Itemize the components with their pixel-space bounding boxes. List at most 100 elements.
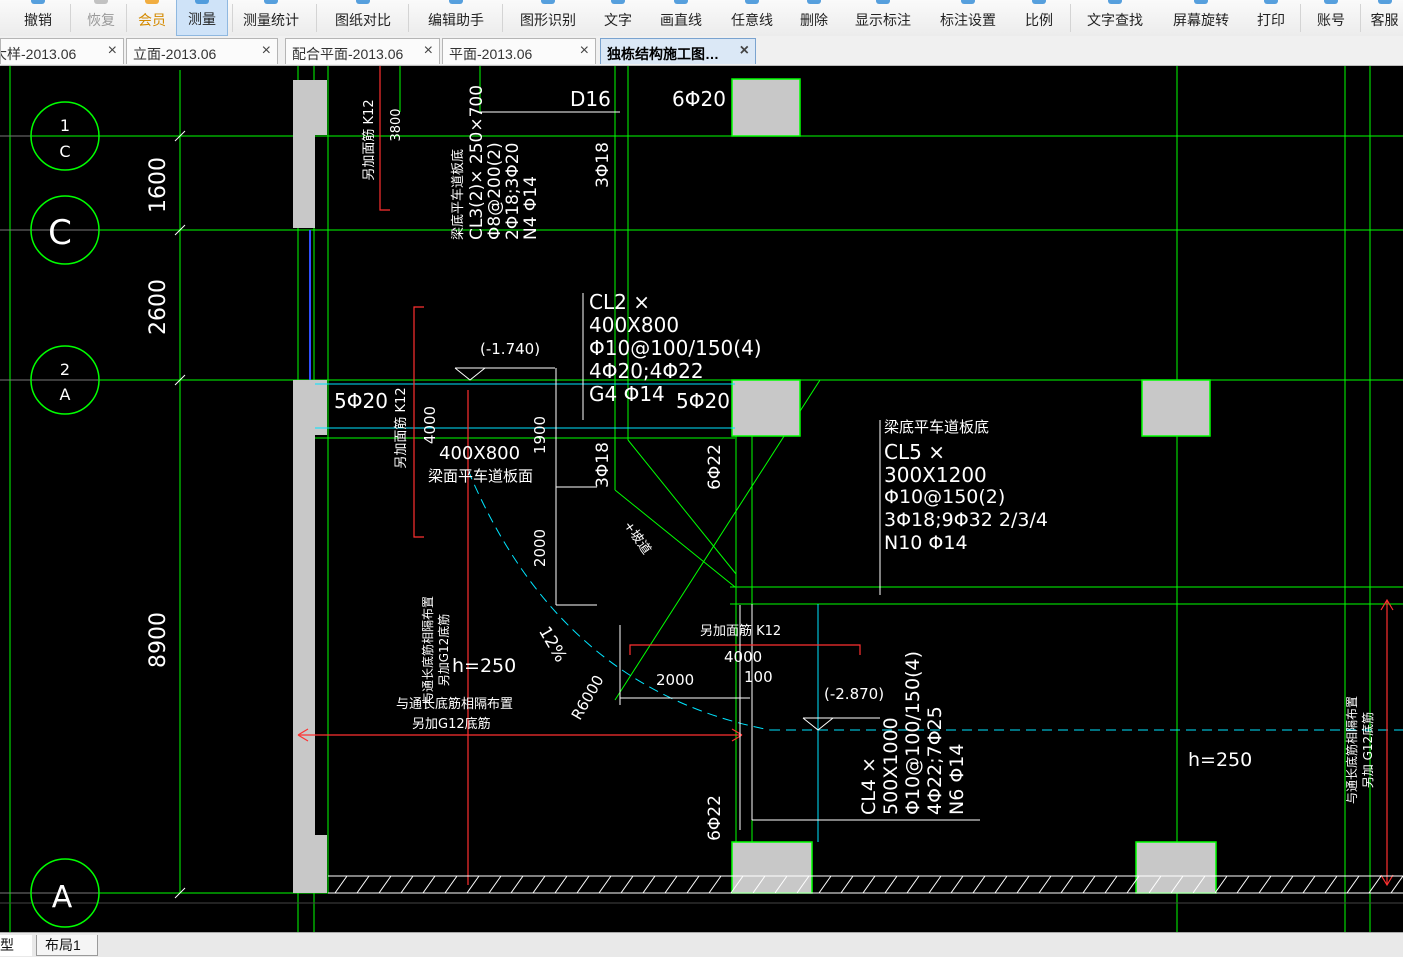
toolbar-button-11[interactable]: 删除 <box>790 0 838 36</box>
toolbar-button-8[interactable]: 文字 <box>594 0 642 36</box>
toolbar-button-label: 客服 <box>1370 12 1399 28</box>
toolbar-button-label: 测量统计 <box>243 12 299 28</box>
member-icon <box>145 0 159 4</box>
compare-icon <box>356 0 370 4</box>
toolbar-button-7[interactable]: 图形识别 <box>510 0 586 36</box>
toolbar-button-label: 打印 <box>1257 12 1285 28</box>
toolbar-button-12[interactable]: 显示标注 <box>846 0 920 36</box>
edit-assistant-icon <box>449 0 463 4</box>
toolbar-button-label: 文字 <box>604 12 632 28</box>
toolbar-separator <box>502 4 503 32</box>
svg-text:500X1000: 500X1000 <box>880 717 902 815</box>
toolbar-button-10[interactable]: 任意线 <box>722 0 782 36</box>
text-icon <box>611 0 625 4</box>
document-tab-label: 立面-2013.06 <box>133 46 217 62</box>
show-annotation-icon <box>876 0 890 4</box>
toolbar-button-6[interactable]: 编辑助手 <box>418 0 494 36</box>
toolbar-button-15[interactable]: 文字查找 <box>1078 0 1152 36</box>
toolbar-button-9[interactable]: 画直线 <box>650 0 712 36</box>
toolbar-button-label: 恢复 <box>87 12 115 28</box>
document-tab-2[interactable]: 配合平面-2013.06 × <box>285 38 440 64</box>
toolbar-separator <box>232 4 233 32</box>
toolbar-button-2[interactable]: 会员 <box>130 0 174 36</box>
dimension-8900: 8900 <box>146 612 171 668</box>
document-tab-label: 配合平面-2013.06 <box>292 46 404 62</box>
note-h250-left: h=250 <box>452 655 516 677</box>
toolbar-button-label: 编辑助手 <box>428 12 484 28</box>
close-icon[interactable]: × <box>424 42 433 60</box>
undo-icon <box>31 0 45 4</box>
dimension-1600: 1600 <box>146 157 171 213</box>
column-mid-right <box>1141 379 1211 437</box>
toolbar-button-16[interactable]: 屏幕旋转 <box>1164 0 1238 36</box>
toolbar-button-17[interactable]: 打印 <box>1248 0 1294 36</box>
note-4000-horizontal: 4000 <box>724 648 762 666</box>
svg-text:G4 Φ14: G4 Φ14 <box>589 382 665 406</box>
document-tab-3[interactable]: 平面-2013.06 × <box>442 38 596 64</box>
note-1900: 1900 <box>531 416 549 454</box>
shape-recognition-icon <box>541 0 555 4</box>
close-icon[interactable]: × <box>580 42 589 60</box>
note-right-rebar-1: 与通长底筋相隔布置 <box>1344 696 1359 804</box>
toolbar-separator <box>1360 4 1361 32</box>
ruler-icon <box>195 0 209 4</box>
svg-text:N10 Φ14: N10 Φ14 <box>884 532 968 554</box>
note-2000-vertical: 2000 <box>531 529 549 567</box>
note-beam-face: 梁面平车道板面 <box>428 467 533 485</box>
toolbar-button-label: 删除 <box>800 12 828 28</box>
axis-label-2: 2 <box>60 360 70 379</box>
layout-tab-bar: 型 布局1 <box>0 932 1403 957</box>
close-icon[interactable]: × <box>108 42 117 60</box>
close-icon[interactable]: × <box>740 42 749 60</box>
toolbar-button-1[interactable]: 恢复 <box>80 0 122 36</box>
print-icon <box>1264 0 1278 4</box>
note-2000-horizontal: 2000 <box>656 671 694 689</box>
toolbar-button-label: 文字查找 <box>1087 12 1143 28</box>
redo-icon <box>94 0 108 4</box>
toolbar-button-3[interactable]: 测量 <box>176 0 228 36</box>
note-bottom-rebar-h2: 另加G12底筋 <box>412 716 491 732</box>
svg-text:梁底平车道板底: 梁底平车道板底 <box>450 149 466 240</box>
svg-text:Φ10@150(2): Φ10@150(2) <box>884 486 1005 508</box>
document-tab-1[interactable]: 立面-2013.06 × <box>126 38 278 64</box>
document-tab-bar: 大样-2013.06 × 立面-2013.06 × 配合平面-2013.06 × 平面-20… <box>0 36 1403 66</box>
annotation-settings-icon <box>961 0 975 4</box>
toolbar-separator <box>316 4 317 32</box>
document-tab-0[interactable]: 大样-2013.06 × <box>0 38 124 64</box>
toolbar-button-4[interactable]: 测量统计 <box>236 0 306 36</box>
close-icon[interactable]: × <box>262 42 271 60</box>
toolbar-separator <box>408 4 409 32</box>
cad-drawing-canvas[interactable]: 1 C C 2 A A 1600 2600 8900 D16 6Φ20 另加面筋… <box>0 66 1403 932</box>
toolbar-button-label: 账号 <box>1317 12 1345 28</box>
toolbar-button-label: 标注设置 <box>940 12 996 28</box>
toolbar-button-label: 会员 <box>138 12 166 28</box>
note-bottom-rebar-v1: 与通长底筋相隔布置 <box>420 596 435 704</box>
svg-text:Φ10@100/150(4): Φ10@100/150(4) <box>902 651 924 815</box>
toolbar-button-5[interactable]: 图纸对比 <box>326 0 400 36</box>
toolbar-button-18[interactable]: 账号 <box>1306 0 1356 36</box>
svg-text:3Φ18;9Φ32 2/3/4: 3Φ18;9Φ32 2/3/4 <box>884 509 1048 531</box>
svg-text:2Φ18;3Φ20: 2Φ18;3Φ20 <box>503 143 523 240</box>
toolbar-button-19[interactable]: 客服 <box>1366 0 1403 36</box>
drawing-background <box>0 66 1403 932</box>
svg-text:CL2 ×: CL2 × <box>589 290 650 314</box>
note-3p18-top: 3Φ18 <box>593 142 613 188</box>
main-toolbar: 撤销 恢复 会员 测量 测量统计 图纸对比 编辑助手 图形识别 文字 画直线 任意线 删除 显示标注 标注… <box>0 0 1403 37</box>
layout1-tab[interactable]: 布局1 <box>36 935 98 956</box>
document-tab-label: 平面-2013.06 <box>449 46 533 62</box>
document-tab-4[interactable]: 独栋结构施工图… × <box>600 38 756 64</box>
toolbar-button-label: 比例 <box>1025 12 1053 28</box>
drawing-svg[interactable]: 1 C C 2 A A 1600 2600 8900 D16 6Φ20 另加面筋… <box>0 66 1403 932</box>
note-5p20-right: 5Φ20 <box>676 389 730 413</box>
axis-label-c: C <box>48 213 72 253</box>
dimension-2600: 2600 <box>146 279 171 335</box>
svg-text:400X800: 400X800 <box>589 313 679 337</box>
toolbar-button-13[interactable]: 标注设置 <box>930 0 1006 36</box>
toolbar-button-14[interactable]: 比例 <box>1016 0 1062 36</box>
toolbar-button-0[interactable]: 撤销 <box>18 0 58 36</box>
document-tab-label: 大样-2013.06 <box>0 46 77 62</box>
toolbar-separator <box>126 4 127 32</box>
note-extra-k12-mid: 另加面筋 K12 <box>393 387 409 468</box>
note-6p22-upper: 6Φ22 <box>705 444 725 490</box>
model-tab[interactable]: 型 <box>0 935 32 956</box>
